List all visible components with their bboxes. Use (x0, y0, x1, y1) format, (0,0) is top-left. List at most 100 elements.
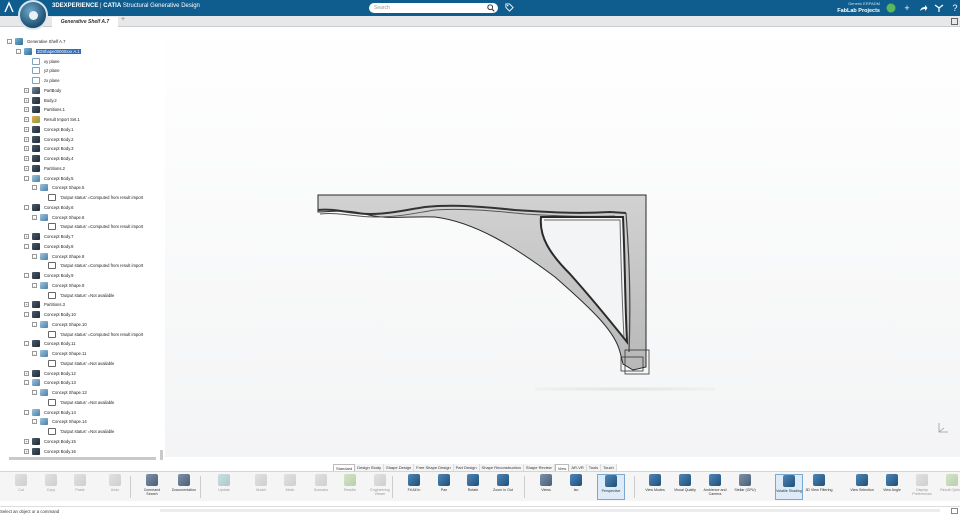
expand-icon[interactable]: + (24, 302, 29, 308)
tree-node[interactable]: - Concept Body.8 (24, 242, 74, 251)
command-input-toggle[interactable] (951, 508, 958, 514)
search-input[interactable]: Search (369, 3, 498, 13)
tree-node[interactable]: 'Output status' =Not available (40, 398, 114, 407)
result-options-button[interactable]: Result Options (938, 474, 960, 500)
paste-button[interactable]: Paste (66, 474, 94, 500)
collapse-icon[interactable]: - (32, 419, 37, 425)
expand-icon[interactable]: + (24, 136, 29, 142)
collapse-icon[interactable]: - (32, 185, 37, 191)
tree-node[interactable]: zx plane (24, 76, 60, 85)
tab-shape-design[interactable]: Shape Design (384, 464, 415, 471)
tree-node[interactable]: yz plane (24, 66, 60, 75)
avatar[interactable] (886, 3, 896, 13)
collapse-icon[interactable]: - (24, 204, 29, 210)
collapse-icon[interactable]: - (24, 312, 29, 317)
3d-viewport[interactable] (165, 27, 960, 457)
help-icon[interactable]: ? (950, 3, 960, 13)
display-preferences-button[interactable]: Display Preferences (908, 474, 936, 500)
tab-document[interactable]: Generative Shelf A.7 (52, 17, 118, 27)
undo-button[interactable]: Undo (101, 474, 129, 500)
expand-icon[interactable]: + (24, 87, 29, 93)
volatile-shading-button[interactable]: Volatile Shading (775, 474, 803, 500)
mesh-button[interactable]: Mesh (276, 474, 304, 500)
tab-part-design[interactable]: Part Design (453, 464, 480, 471)
collapse-icon[interactable]: - (24, 380, 29, 386)
maximize-icon[interactable] (951, 18, 958, 25)
expand-icon[interactable]: + (24, 448, 29, 454)
tree-node[interactable]: + Concept Body.4 (24, 154, 74, 163)
documentation-button[interactable]: Documentation (170, 474, 198, 500)
tree-node[interactable]: - Concept Shape.9 (32, 281, 84, 290)
expand-icon[interactable]: + (24, 107, 29, 113)
tree-node[interactable]: - Concept Body.5 (24, 174, 74, 183)
tree-node[interactable]: + Concept Body.1 (24, 125, 74, 134)
tree-node[interactable]: 'Output status' =Computed from result im… (40, 330, 143, 339)
perspective-button[interactable]: Perspective (597, 474, 625, 500)
tree-node[interactable]: + Partitions.2 (24, 164, 65, 173)
results-button[interactable]: Results (336, 474, 364, 500)
expand-icon[interactable]: + (24, 117, 29, 122)
scenario-button[interactable]: Scenario (307, 474, 335, 500)
tab-ar-vr[interactable]: AR-VR (569, 464, 587, 471)
search-icon[interactable] (487, 4, 495, 12)
collapse-icon[interactable]: - (7, 39, 12, 44)
tree-node[interactable]: - Concept Shape.6 (32, 213, 84, 222)
collapse-icon[interactable]: - (32, 282, 37, 288)
tab-tools[interactable]: Tools (586, 464, 602, 471)
copy-button[interactable]: Copy (37, 474, 65, 500)
collapse-icon[interactable]: - (32, 390, 37, 395)
status-scrollbar[interactable] (160, 509, 940, 512)
update-button[interactable]: Update (210, 474, 238, 500)
engineering-viewer-button[interactable]: Engineering Viewer (366, 474, 394, 500)
tree-node[interactable]: - Concept Body.14 (24, 408, 76, 417)
share-icon[interactable] (918, 3, 928, 13)
tree-node[interactable]: + Concept Body.2 (24, 135, 74, 144)
view-modes-button[interactable]: View Modes (641, 474, 669, 500)
expand-icon[interactable]: + (24, 97, 29, 103)
fit-all-in-button[interactable]: Fit All In (400, 474, 428, 500)
iso-button[interactable]: Iso (562, 474, 590, 500)
views-button[interactable]: Views (532, 474, 560, 500)
expand-icon[interactable]: + (24, 165, 29, 171)
command-search-button[interactable]: Command Search (138, 474, 166, 500)
tree-node[interactable]: - Concept Body.10 (24, 310, 76, 319)
tree-node[interactable]: - Concept Body.13 (24, 378, 76, 387)
stellar-gpu--button[interactable]: Stellar (GPU) (731, 474, 759, 500)
rotate-button[interactable]: Rotate (459, 474, 487, 500)
tree-node[interactable]: + Partitions.3 (24, 300, 65, 309)
model-button[interactable]: Model (247, 474, 275, 500)
collapse-icon[interactable]: - (24, 243, 29, 249)
collapse-icon[interactable]: - (32, 253, 37, 259)
collapse-icon[interactable]: - (16, 48, 21, 54)
add-icon[interactable]: + (902, 3, 912, 13)
compass-icon[interactable] (18, 0, 48, 30)
tree-horizontal-scrollbar[interactable] (9, 457, 156, 460)
apps-icon[interactable] (934, 3, 944, 13)
expand-icon[interactable]: + (24, 438, 29, 444)
3ds-logo-icon[interactable] (2, 1, 16, 15)
tree-node[interactable]: - Concept Shape.11 (32, 349, 86, 358)
tab-design-study[interactable]: Design Study (355, 464, 385, 471)
tree-node[interactable]: 'Output status' =Computed from result im… (40, 193, 143, 202)
tag-icon[interactable] (505, 3, 514, 12)
collapse-icon[interactable]: - (24, 175, 29, 181)
ambience-and-camera-button[interactable]: Ambience and Camera (701, 474, 729, 500)
tree-vertical-scrollbar[interactable] (160, 450, 163, 460)
collapse-icon[interactable]: - (24, 273, 29, 278)
tree-node[interactable]: 'Output status' =Not available (40, 427, 114, 436)
pan-button[interactable]: Pan (430, 474, 458, 500)
collapse-icon[interactable]: - (24, 409, 29, 415)
collapse-icon[interactable]: - (24, 341, 29, 347)
tree-node[interactable]: 'Output status' =Computed from result im… (40, 261, 143, 270)
tree-node[interactable]: + Partitions.1 (24, 105, 65, 114)
collapse-icon[interactable]: - (32, 214, 37, 220)
tab-free-shape-design[interactable]: Free Shape Design (414, 464, 454, 471)
zoom-in-out-button[interactable]: Zoom In Out (489, 474, 517, 500)
tree-node[interactable]: 'Output status' =Not available (40, 359, 114, 368)
tree-node[interactable]: + Concept Body.3 (24, 144, 74, 153)
tree-node[interactable]: - Concept Body.6 (24, 203, 74, 212)
3d-view-filtering-button[interactable]: 3D View Filtering (805, 474, 833, 500)
tree-node[interactable]: - Concept Shape.10 (32, 320, 87, 329)
cut-button[interactable]: Cut (7, 474, 35, 500)
tab-shape-reconstruction[interactable]: Shape Reconstruction (479, 464, 524, 471)
